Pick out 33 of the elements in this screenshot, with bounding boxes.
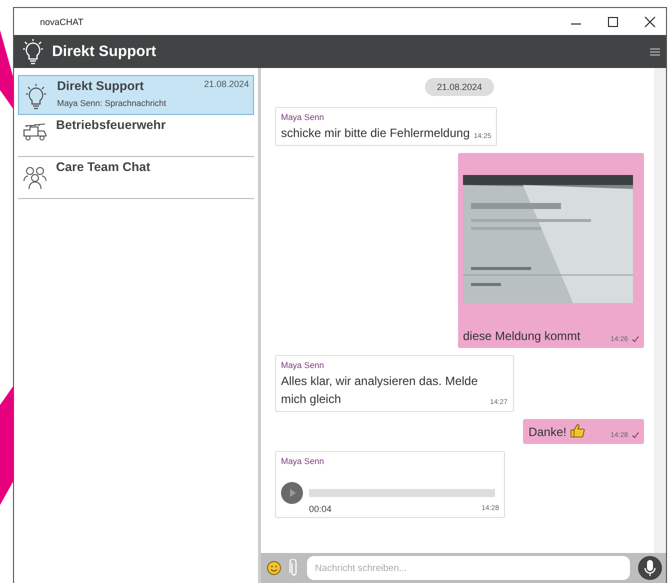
conversation-name: Care Team Chat xyxy=(56,160,150,174)
message-text: schicke mir bitte die Fehlermeldung xyxy=(281,125,470,142)
microphone-button[interactable] xyxy=(638,556,662,580)
paperclip-icon[interactable] xyxy=(289,559,299,577)
conversation-date: 21.08.2024 xyxy=(204,79,249,91)
message-text: diese Meldung kommt xyxy=(463,328,580,345)
audio-progress-track[interactable] xyxy=(309,489,495,497)
window-title: novaCHAT xyxy=(40,16,84,26)
conversation-preview: Maya Senn: Sprachnachricht xyxy=(57,98,168,108)
conversation-name: Betriebsfeuerwehr xyxy=(56,118,166,132)
conversation-item[interactable]: Care Team Chat xyxy=(18,157,254,199)
emoji-icon[interactable] xyxy=(267,561,281,575)
message-input[interactable]: Nachricht schreiben... xyxy=(307,556,630,580)
lightbulb-icon xyxy=(20,38,46,66)
maximize-icon[interactable] xyxy=(607,16,619,28)
close-icon[interactable] xyxy=(644,16,656,28)
sender-name: Maya Senn xyxy=(281,456,325,466)
sender-name: Maya Senn xyxy=(281,360,325,370)
sender-name: Maya Senn xyxy=(281,112,325,122)
conversation-item[interactable]: Betriebsfeuerwehr xyxy=(18,115,254,157)
scrollbar[interactable] xyxy=(654,68,666,553)
conversation-name: Direkt Support xyxy=(57,79,144,93)
lightbulb-icon xyxy=(23,83,49,111)
date-chip: 21.08.2024 xyxy=(424,78,494,96)
chat-title: Direkt Support xyxy=(52,43,156,60)
menu-icon[interactable] xyxy=(650,48,660,56)
message-text: Alles klar, wir analysieren das. Melde mich gleich xyxy=(281,373,479,408)
people-icon xyxy=(22,164,48,190)
truck-icon xyxy=(22,122,48,142)
audio-duration: 00:04 xyxy=(309,504,332,514)
play-button[interactable] xyxy=(281,482,303,504)
conversation-item[interactable]: Direkt Support 21.08.2024 Maya Senn: Sprachnachricht xyxy=(18,75,254,115)
message-text: Danke! xyxy=(528,424,566,441)
